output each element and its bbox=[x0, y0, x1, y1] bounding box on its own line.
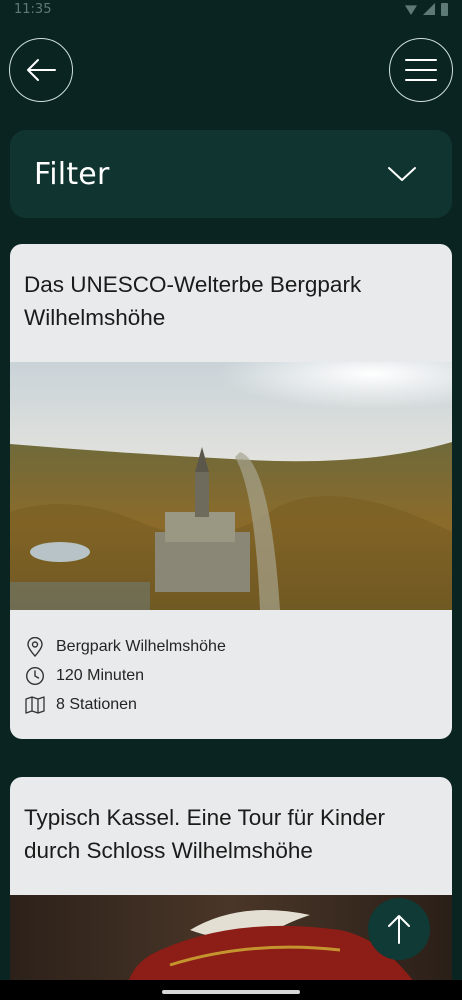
clock-icon bbox=[24, 665, 46, 687]
tour-title: Typisch Kassel. Eine Tour für Kinder dur… bbox=[24, 805, 386, 863]
status-time: 11:35 bbox=[14, 1, 52, 17]
map-icon bbox=[24, 694, 46, 716]
back-button[interactable] bbox=[9, 38, 73, 102]
tour-card[interactable]: Das UNESCO-Welterbe Bergpark Wilhelmshöh… bbox=[10, 244, 452, 739]
arrow-up-icon bbox=[388, 915, 410, 944]
tour-duration: 120 Minuten bbox=[56, 666, 145, 684]
scroll-to-top-button[interactable] bbox=[368, 898, 430, 960]
tour-duration-row: 120 Minuten bbox=[24, 661, 438, 690]
tour-image bbox=[10, 362, 452, 610]
tour-title: Das UNESCO-Welterbe Bergpark Wilhelmshöh… bbox=[24, 272, 362, 330]
signal-icon bbox=[423, 3, 435, 15]
tour-stations-row: 8 Stationen bbox=[24, 690, 438, 719]
arrow-left-icon bbox=[27, 59, 56, 81]
status-bar: 11:35 bbox=[0, 0, 462, 28]
menu-button[interactable] bbox=[389, 38, 453, 102]
battery-icon bbox=[441, 2, 448, 16]
status-icons bbox=[405, 2, 448, 16]
filter-dropdown[interactable]: Filter bbox=[10, 130, 452, 218]
tour-meta: Bergpark Wilhelmshöhe 120 Minuten 8 Stat… bbox=[10, 610, 452, 719]
tour-location-row: Bergpark Wilhelmshöhe bbox=[24, 632, 438, 661]
home-indicator[interactable] bbox=[162, 990, 300, 994]
wifi-icon bbox=[405, 5, 417, 15]
tour-stations: 8 Stationen bbox=[56, 695, 137, 713]
chevron-down-icon bbox=[388, 167, 416, 181]
location-pin-icon bbox=[24, 636, 46, 658]
tour-card[interactable]: Typisch Kassel. Eine Tour für Kinder dur… bbox=[10, 777, 452, 1000]
filter-label: Filter bbox=[34, 156, 110, 192]
tour-location: Bergpark Wilhelmshöhe bbox=[56, 637, 226, 655]
hamburger-menu-icon bbox=[405, 59, 437, 81]
